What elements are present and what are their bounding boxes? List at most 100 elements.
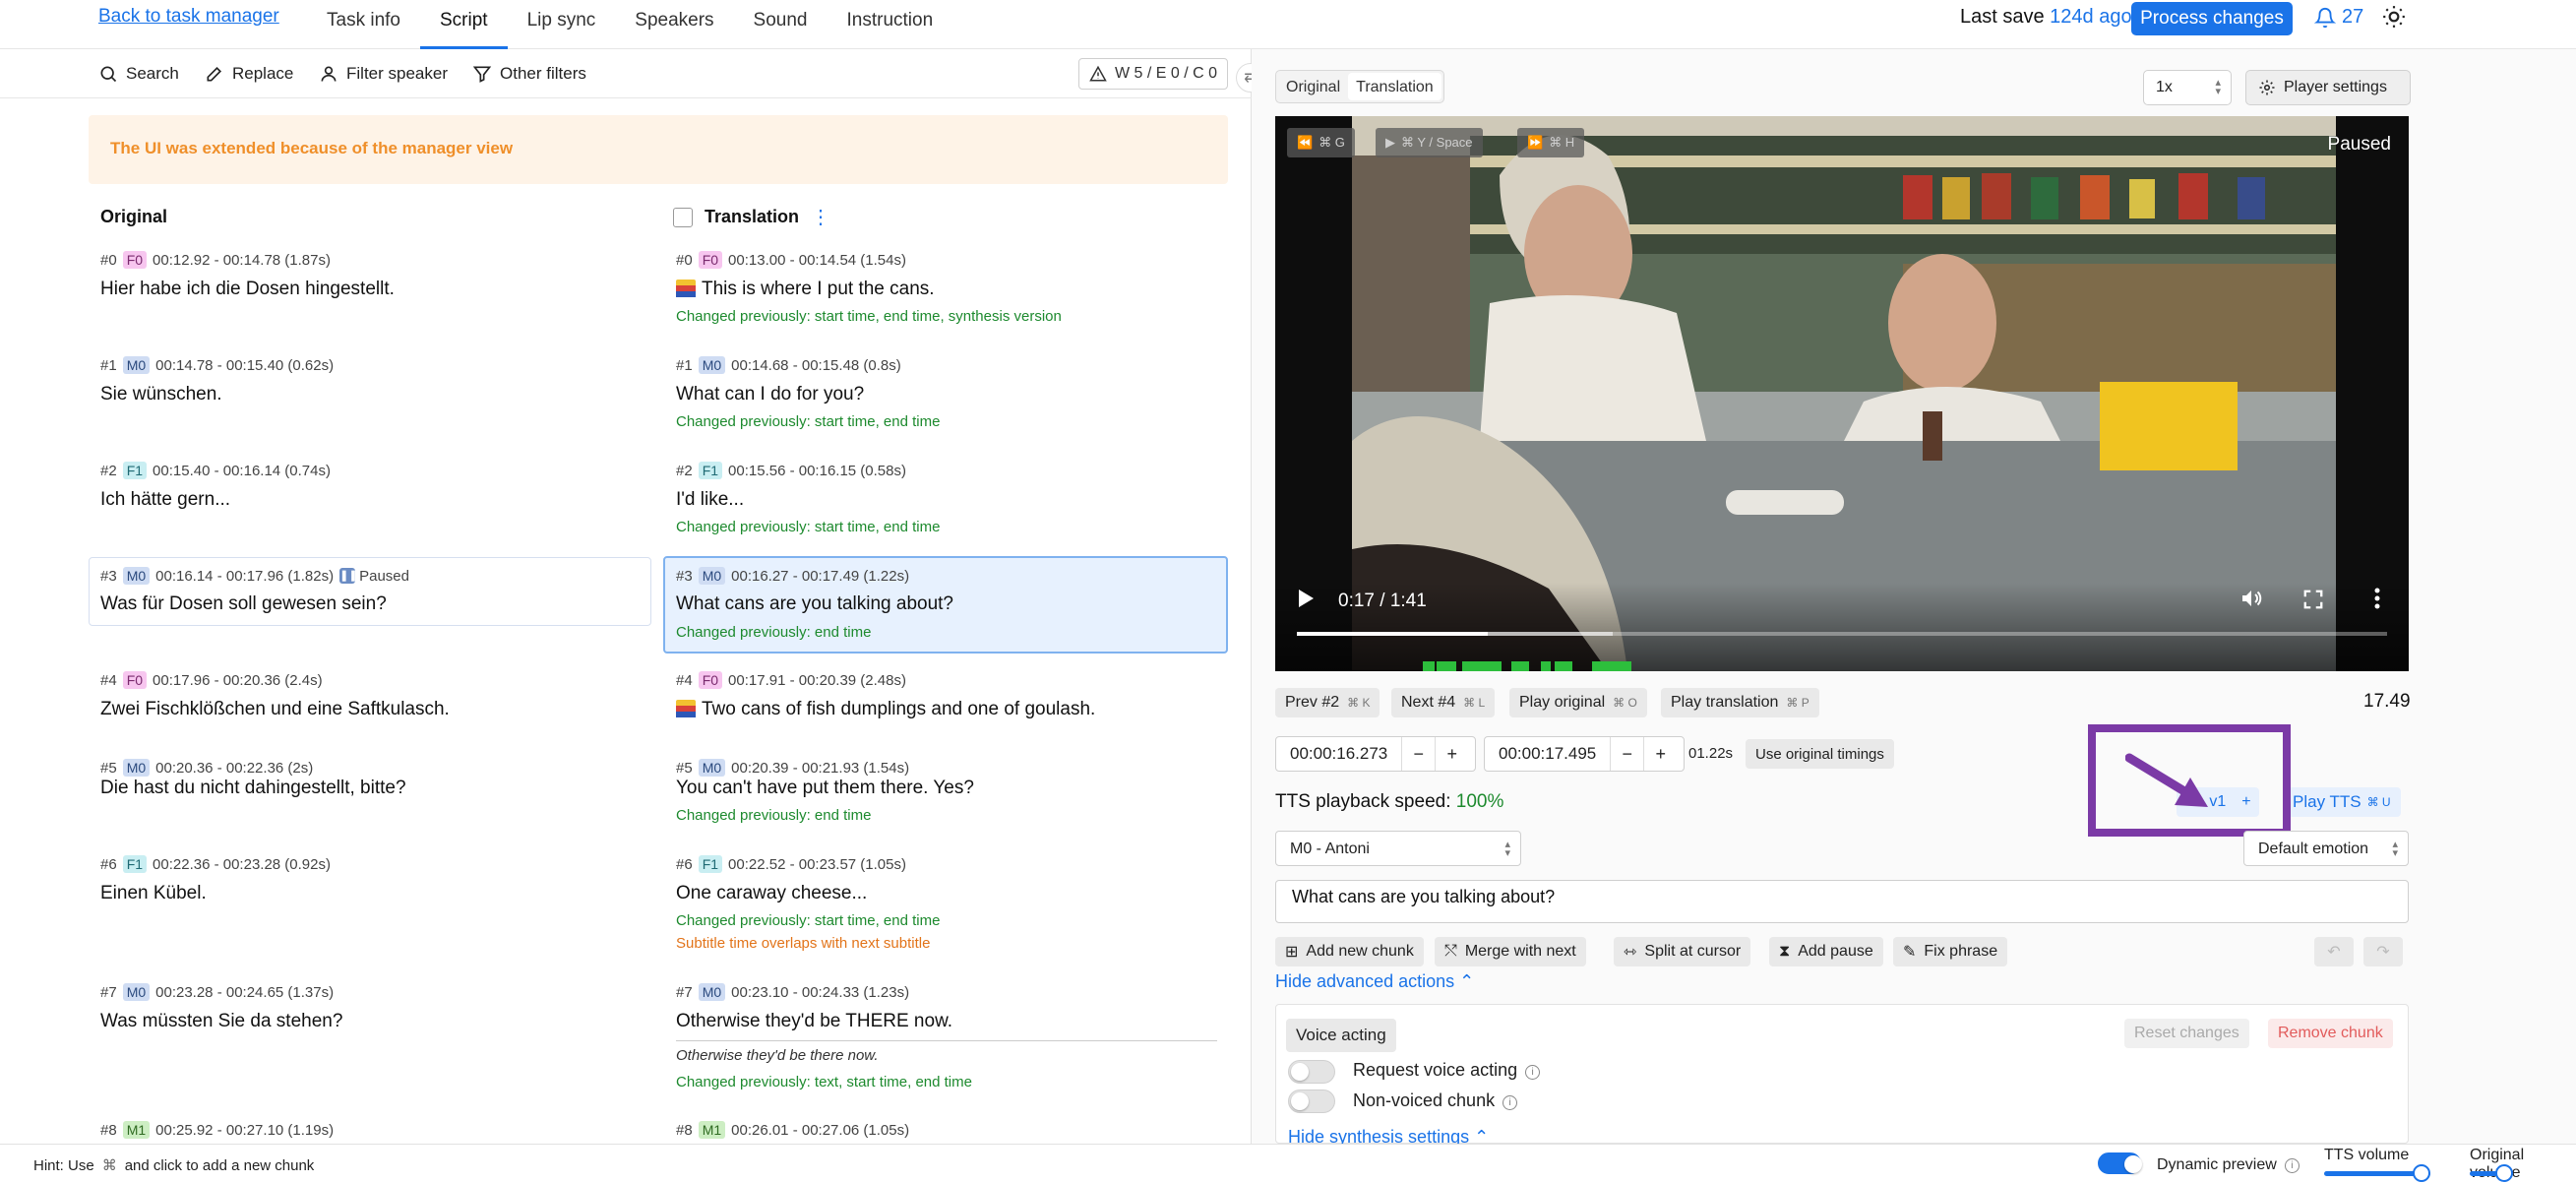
original-text[interactable]: Zwei Fischklößchen und eine Saftkulasch. [100,699,450,720]
add-new-chunk-button[interactable]: ⊞ Add new chunk [1275,937,1424,966]
tab-original-audio[interactable]: Original [1278,73,1348,100]
other-filters-button[interactable]: Other filters [472,64,586,84]
theme-toggle-sun-icon[interactable] [2381,4,2407,30]
original-text[interactable]: Hier habe ich die Dosen hingestellt. [100,279,395,300]
player-settings-button[interactable]: Player settings [2245,70,2411,105]
tab-task-info[interactable]: Task info [307,0,420,49]
video-player[interactable]: ⏪ ⌘ G ▶ ⌘ Y / Space ⏩ ⌘ H Paused 0:17 / 1:4… [1275,116,2409,671]
dynamic-preview-toggle[interactable] [2098,1152,2142,1174]
end-time-field[interactable]: 00:00:17.495 − + [1484,736,1685,772]
non-voiced-chunk-toggle[interactable] [1288,1090,1335,1113]
emotion-select[interactable]: Default emotion ▴ ▾ [2243,831,2409,866]
play-tts-button[interactable]: Play TTS ⌘ U [2283,787,2401,817]
split-at-cursor-button[interactable]: ⇿ Split at cursor [1614,937,1751,966]
end-time-value[interactable]: 00:00:17.495 [1485,744,1610,764]
reset-changes-button[interactable]: Reset changes [2124,1019,2249,1048]
start-time-field[interactable]: 00:00:16.273 − + [1275,736,1476,772]
fix-phrase-button[interactable]: ✎ Fix phrase [1893,937,2008,966]
translation-text[interactable]: This is where I put the cans. [676,279,935,300]
speaker-badge[interactable]: M0 [122,567,151,585]
redo-button[interactable]: ↷ [2363,937,2403,966]
speaker-badge[interactable]: F1 [698,462,723,479]
process-changes-button[interactable]: Process changes [2131,2,2293,35]
speaker-badge[interactable]: F1 [698,855,723,873]
warnings-counter[interactable]: W 5 / E 0 / C 0 [1078,58,1228,90]
speaker-badge[interactable]: M0 [698,983,726,1001]
playback-speed-select[interactable]: 1x ▴ ▾ [2143,70,2232,105]
replace-button[interactable]: Replace [205,64,293,84]
translation-text[interactable]: Otherwise they'd be THERE now. [676,1011,952,1032]
original-text[interactable]: Die hast du nicht dahingestellt, bitte? [100,778,406,799]
tts-volume-thumb[interactable] [2413,1164,2430,1182]
notifications-button[interactable]: 27 [2314,6,2363,29]
speaker-badge[interactable]: F1 [122,855,148,873]
play-pause-overlay-button[interactable]: ▶ ⌘ Y / Space [1376,128,1483,157]
play-translation-button[interactable]: Play translation ⌘ P [1661,688,1819,717]
info-icon[interactable]: i [2284,1158,2300,1173]
tab-speakers[interactable]: Speakers [615,0,733,49]
speaker-badge[interactable]: M1 [698,1121,726,1139]
request-voice-acting-toggle[interactable] [1288,1060,1335,1084]
voice-acting-button[interactable]: Voice acting [1286,1019,1396,1052]
speaker-badge[interactable]: M1 [122,1121,151,1139]
back-to-task-manager-link[interactable]: Back to task manager [98,6,279,28]
filter-speaker-button[interactable]: Filter speaker [319,64,448,84]
tts-speed-value[interactable]: 100% [1456,791,1504,812]
end-decrement-button[interactable]: − [1610,737,1643,771]
tab-instruction[interactable]: Instruction [828,0,953,49]
last-save-ago[interactable]: 124d ago [2050,6,2131,28]
hide-advanced-actions-link[interactable]: Hide advanced actions ⌃ [1275,971,1474,992]
original-text[interactable]: Einen Kübel. [100,883,207,904]
remove-chunk-button[interactable]: Remove chunk [2268,1019,2393,1048]
translation-menu-kebab-icon[interactable]: ⋮ [811,207,830,228]
rewind-button[interactable]: ⏪ ⌘ G [1287,128,1355,157]
select-all-checkbox[interactable] [673,208,693,227]
play-original-button[interactable]: Play original ⌘ O [1509,688,1647,717]
merge-with-next-button[interactable]: ⤲ Merge with next [1435,937,1586,966]
translation-text[interactable]: What can I do for you? [676,384,864,405]
use-original-timings-button[interactable]: Use original timings [1746,739,1894,769]
speaker-badge[interactable]: F0 [698,251,723,269]
speaker-badge[interactable]: F0 [122,671,148,689]
original-text[interactable]: Sie wünschen. [100,384,222,405]
original-text[interactable]: Was für Dosen soll gewesen sein? [100,593,387,615]
speaker-badge[interactable]: M0 [698,356,726,374]
undo-button[interactable]: ↶ [2314,937,2354,966]
start-decrement-button[interactable]: − [1401,737,1435,771]
start-increment-button[interactable]: + [1435,737,1468,771]
speaker-badge[interactable]: F0 [122,251,148,269]
speaker-badge[interactable]: M0 [698,567,726,585]
speaker-badge[interactable]: M0 [122,759,151,777]
translation-text[interactable]: One caraway cheese... [676,883,867,904]
original-text[interactable]: Was müssten Sie da stehen? [100,1011,342,1032]
tab-translation-audio[interactable]: Translation [1348,73,1441,100]
voice-select[interactable]: M0 - Antoni ▴ ▾ [1275,831,1521,866]
original-text[interactable]: Ich hätte gern... [100,489,230,511]
volume-icon[interactable] [2239,587,2263,610]
speaker-badge[interactable]: F0 [698,671,723,689]
info-icon[interactable]: i [1525,1065,1541,1080]
speaker-badge[interactable]: M0 [122,356,151,374]
play-icon[interactable] [1297,589,1315,608]
speaker-badge[interactable]: F1 [122,462,148,479]
tab-sound[interactable]: Sound [734,0,828,49]
original-volume-thumb[interactable] [2495,1164,2513,1182]
info-icon[interactable]: i [1503,1095,1518,1110]
tab-script[interactable]: Script [419,0,508,49]
end-increment-button[interactable]: + [1643,737,1677,771]
tab-lip-sync[interactable]: Lip sync [508,0,616,49]
speaker-badge[interactable]: M0 [698,759,726,777]
add-pause-button[interactable]: ⧗ Add pause [1769,937,1883,966]
search-button[interactable]: Search [98,64,179,84]
start-time-value[interactable]: 00:00:16.273 [1276,744,1401,764]
translation-text[interactable]: I'd like... [676,489,744,511]
prev-chunk-button[interactable]: Prev #2 ⌘ K [1275,688,1380,717]
forward-button[interactable]: ⏩ ⌘ H [1517,128,1585,157]
translation-text[interactable]: What cans are you talking about? [676,593,953,615]
fullscreen-icon[interactable] [2302,589,2324,610]
next-chunk-button[interactable]: Next #4 ⌘ L [1391,688,1496,717]
translation-text[interactable]: Two cans of fish dumplings and one of go… [676,699,1095,720]
seek-bar[interactable] [1297,632,2387,636]
more-options-icon[interactable] [2373,587,2381,610]
chunk-text-input[interactable]: What cans are you talking about? [1275,880,2409,923]
